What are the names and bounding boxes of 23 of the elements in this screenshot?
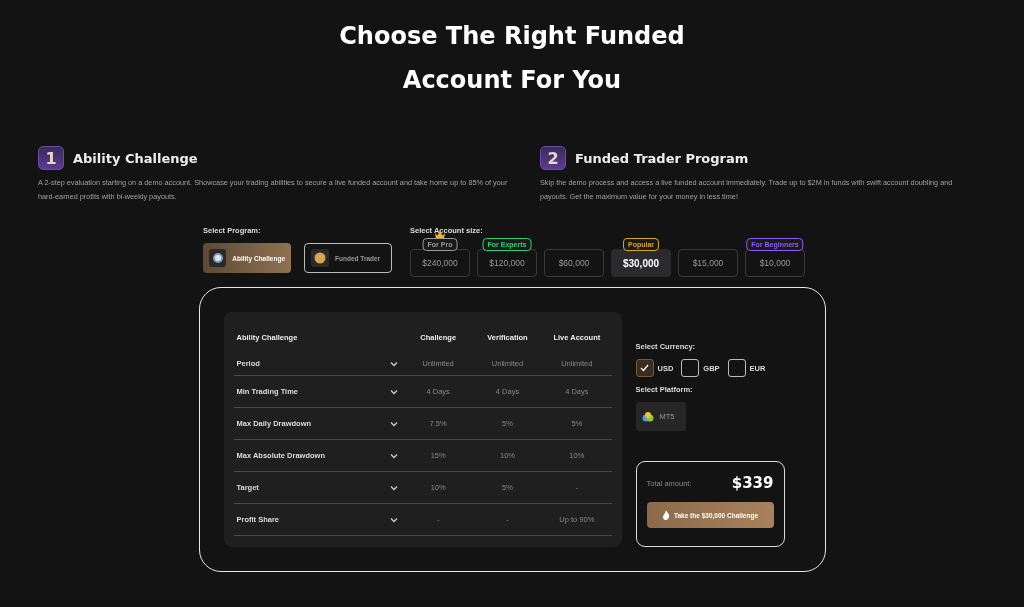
chevron-down-icon[interactable] [389, 388, 398, 395]
total-amount: $339 [731, 474, 774, 492]
account-size-option[interactable]: $30,000 [611, 249, 671, 277]
program-title: Ability Challenge [73, 150, 198, 166]
step-number: 2 [540, 146, 566, 170]
check-icon [640, 364, 649, 372]
account-size-option[interactable]: $60,000 [544, 249, 604, 277]
currency-checkbox[interactable] [727, 359, 746, 377]
target-icon [209, 249, 227, 267]
account-size-option[interactable]: $15,000 [678, 249, 738, 277]
program-title: Funded Trader Program [575, 150, 749, 166]
chevron-down-icon[interactable] [389, 484, 398, 491]
page-heading: Choose The Right Funded Account For You [338, 21, 686, 96]
step-number: 1 [38, 146, 64, 170]
chevron-down-icon[interactable] [389, 420, 398, 427]
chevron-down-icon[interactable] [389, 360, 398, 367]
currency-checkbox[interactable] [635, 359, 654, 377]
flame-icon [661, 510, 670, 520]
platform-logo-icon [641, 410, 654, 423]
chevron-down-icon[interactable] [389, 516, 398, 523]
coin-icon [311, 249, 329, 267]
chevron-down-icon[interactable] [389, 452, 398, 459]
currency-checkbox[interactable] [681, 359, 700, 377]
